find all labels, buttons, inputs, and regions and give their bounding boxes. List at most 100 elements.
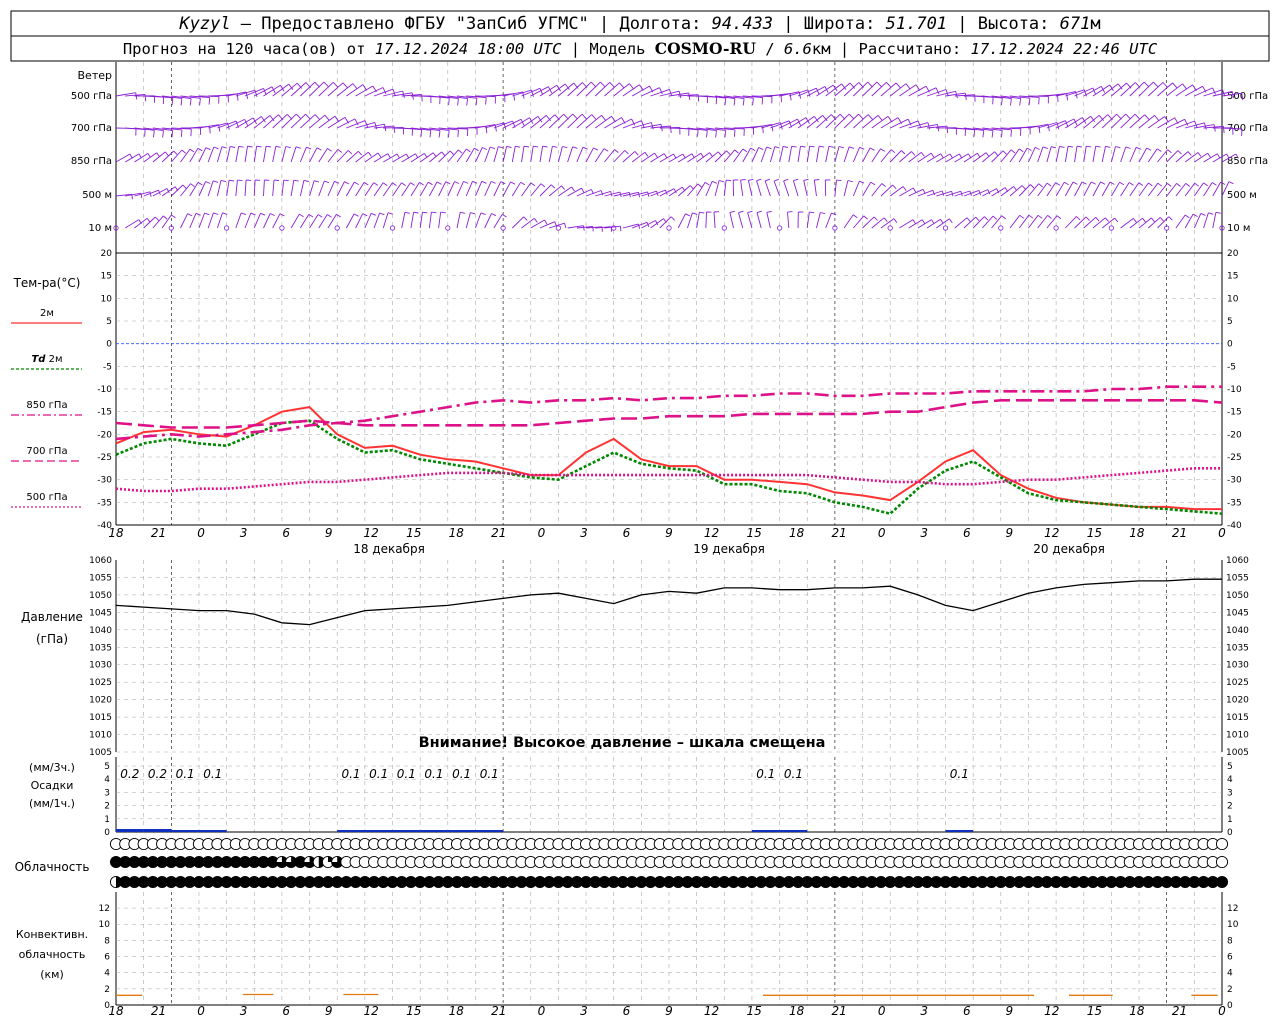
wind-barb-flag xyxy=(561,185,566,190)
wind-barb-flag xyxy=(793,178,799,182)
wind-barb xyxy=(382,182,393,197)
wind-barb-flag xyxy=(413,211,419,214)
wind-barb-flag xyxy=(964,93,967,101)
wind-barb-flag xyxy=(1151,217,1155,223)
wind-barb xyxy=(1212,181,1221,197)
press-ytick-right: 1035 xyxy=(1226,643,1249,653)
wind-barb-flag xyxy=(573,82,579,89)
wind-barb xyxy=(557,146,563,163)
wind-barb-flag xyxy=(869,147,875,151)
wind-barb-flag xyxy=(180,98,183,106)
wind-barb xyxy=(1147,182,1159,197)
wind-barb-flag xyxy=(764,178,771,182)
wind-barb-flag xyxy=(279,213,285,217)
hour-tick-label: 6 xyxy=(963,526,971,540)
wind-barb xyxy=(1018,214,1030,229)
hour-tick-label: 9 xyxy=(325,526,333,540)
wind-barb-flag xyxy=(930,152,935,158)
wind-barb-flag xyxy=(809,145,815,148)
hour-tick-label: 3 xyxy=(240,526,248,540)
wind-barb xyxy=(1074,216,1087,229)
wind-barb xyxy=(456,212,461,229)
wind-barb xyxy=(244,212,252,229)
wind-barb-flag xyxy=(1072,181,1078,185)
precip-label: 0.1 xyxy=(452,767,471,781)
wind-barb xyxy=(410,182,420,197)
wind-calm xyxy=(334,225,340,231)
wind-calm xyxy=(776,225,783,231)
wind-calm xyxy=(721,225,727,231)
hour-tick-label: 18 xyxy=(789,1004,805,1018)
press-ytick-left: 1035 xyxy=(89,643,112,653)
header: Kyzyl – Предоставлено ФГБУ "ЗапСиб УГМС"… xyxy=(10,10,1270,62)
wind-barb-flag xyxy=(208,97,211,105)
precip-ytick-right: 0 xyxy=(1227,828,1233,838)
wind-barb-flag xyxy=(429,130,432,138)
wind-barb xyxy=(428,212,432,229)
wind-barb-flag xyxy=(803,178,809,181)
wind-barb-flag xyxy=(1013,186,1017,191)
wind-barb-flag xyxy=(1200,212,1206,216)
wind-barb-flag xyxy=(591,114,597,121)
wind-barb xyxy=(825,146,830,163)
wind-barb-flag xyxy=(1168,216,1173,221)
wind-barb xyxy=(253,213,261,229)
wind-barb-flag xyxy=(881,183,886,188)
wind-barb xyxy=(733,148,744,163)
wind-barb xyxy=(622,191,639,197)
wind-barb xyxy=(373,182,384,197)
wind-barb-flag xyxy=(481,180,487,184)
cloud-circle-upper xyxy=(1215,837,1229,851)
wind-barb xyxy=(1101,181,1111,197)
wind-barb-flag xyxy=(422,211,428,214)
press-ytick-left: 1005 xyxy=(89,748,112,758)
wind-barb-flag xyxy=(1026,147,1032,151)
wind-barb-flag xyxy=(877,115,883,122)
precip-label: 0.1 xyxy=(341,767,360,781)
temp-ytick-left: -20 xyxy=(97,430,112,440)
hour-tick-label: 18 xyxy=(1129,526,1145,540)
press-ytick-left: 1040 xyxy=(89,626,112,636)
wind-barb-flag xyxy=(809,211,815,214)
press-ytick-left: 1060 xyxy=(89,556,112,566)
wind-barb xyxy=(862,147,871,163)
wind-barb xyxy=(327,181,335,197)
wind-barb-flag xyxy=(638,192,641,198)
wind-barb-flag xyxy=(523,145,530,148)
wind-barb-flag xyxy=(171,97,174,105)
wind-barb xyxy=(1083,216,1097,229)
conv-ytick-right: 0 xyxy=(1227,1001,1233,1011)
wind-barb-flag xyxy=(1167,149,1172,154)
wind-barb-flag xyxy=(470,212,476,215)
wind-barb xyxy=(816,212,821,229)
precip-bar xyxy=(143,829,172,832)
wind-barb xyxy=(659,188,675,197)
wind-barb-flag xyxy=(1076,216,1081,221)
temp-ytick-left: -25 xyxy=(97,453,112,463)
wind-barb xyxy=(170,184,184,197)
wind-barb xyxy=(355,182,365,197)
wind-barb-flag xyxy=(773,178,779,182)
hour-tick-label: 18 xyxy=(789,526,805,540)
wind-barb xyxy=(438,212,442,229)
wind-barb xyxy=(189,148,199,163)
wind-barb-flag xyxy=(1216,153,1221,159)
wind-barb xyxy=(226,180,230,197)
wind-barb xyxy=(475,212,482,229)
temp-title: Тем-ра(°C) xyxy=(13,276,81,290)
wind-calm xyxy=(224,225,230,231)
wind-barb xyxy=(1147,148,1158,163)
wind-barb-flag xyxy=(221,146,227,149)
wind-barb-flag xyxy=(1047,215,1052,219)
wind-barb xyxy=(982,188,997,197)
wind-barb-flag xyxy=(935,87,940,95)
hour-tick-label: 3 xyxy=(580,1004,588,1018)
hour-tick-label: 15 xyxy=(746,526,761,540)
wind-barb-flag xyxy=(515,145,521,148)
wind-calm xyxy=(666,225,672,231)
wind-level-700hpa: 700 гПа xyxy=(71,123,112,134)
wind-barb-flag xyxy=(581,113,588,120)
wind-barb-flag xyxy=(820,212,826,215)
wind-barb-flag xyxy=(220,179,227,183)
wind-barb-flag xyxy=(230,145,236,148)
